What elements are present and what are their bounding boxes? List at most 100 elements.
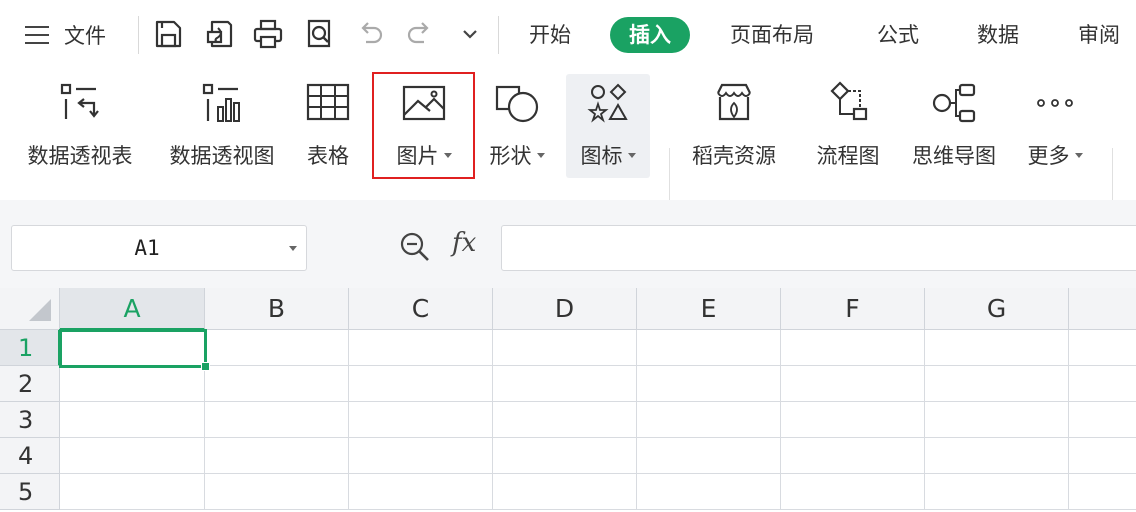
column-header-e[interactable]: E bbox=[637, 288, 781, 330]
spreadsheet-grid: A B C D E F G 1 2 3 4 5 bbox=[0, 288, 1136, 512]
grid-cell[interactable] bbox=[781, 402, 925, 438]
docer-resources-icon bbox=[717, 83, 751, 121]
row-header-4[interactable]: 4 bbox=[0, 438, 60, 474]
grid-cell[interactable] bbox=[637, 402, 781, 438]
grid-cell[interactable] bbox=[205, 474, 349, 510]
grid-cell[interactable] bbox=[493, 330, 637, 366]
export-pdf-button[interactable] bbox=[203, 16, 237, 52]
grid-cell[interactable] bbox=[781, 438, 925, 474]
menu-separator bbox=[138, 16, 139, 54]
grid-cell[interactable] bbox=[1069, 366, 1136, 402]
column-header-next[interactable] bbox=[1069, 288, 1136, 330]
column-header-b[interactable]: B bbox=[205, 288, 349, 330]
pivot-table-button[interactable]: 数据透视表 bbox=[18, 74, 142, 178]
column-header-d[interactable]: D bbox=[493, 288, 637, 330]
tab-insert[interactable]: 插入 bbox=[610, 17, 690, 53]
picture-highlight-box bbox=[372, 72, 475, 179]
grid-cell[interactable] bbox=[637, 330, 781, 366]
grid-cell[interactable] bbox=[925, 330, 1069, 366]
row-header-2[interactable]: 2 bbox=[0, 366, 60, 402]
tab-formulas[interactable]: 公式 bbox=[877, 17, 919, 53]
row-header-5[interactable]: 5 bbox=[0, 474, 60, 510]
pivot-chart-button[interactable]: 数据透视图 bbox=[160, 74, 284, 178]
grid-cell[interactable] bbox=[349, 474, 493, 510]
grid-cell[interactable] bbox=[637, 474, 781, 510]
docer-resources-button[interactable]: 稻壳资源 bbox=[684, 74, 784, 178]
grid-cell[interactable] bbox=[781, 366, 925, 402]
customize-quick-access-button[interactable] bbox=[453, 16, 487, 52]
column-header-a[interactable]: A bbox=[60, 288, 205, 330]
grid-cell[interactable] bbox=[1069, 474, 1136, 510]
grid-cell[interactable] bbox=[493, 474, 637, 510]
file-menu[interactable]: 文件 bbox=[24, 18, 106, 52]
mind-map-button[interactable]: 思维导图 bbox=[904, 74, 1004, 178]
icons-library-button[interactable]: 图标 bbox=[566, 74, 650, 178]
table-button[interactable]: 表格 bbox=[296, 74, 360, 178]
tab-data[interactable]: 数据 bbox=[977, 17, 1019, 53]
table-icon bbox=[306, 83, 350, 121]
grid-cell[interactable] bbox=[60, 366, 205, 402]
grid-cell[interactable] bbox=[925, 402, 1069, 438]
tab-review[interactable]: 审阅 bbox=[1078, 17, 1120, 53]
grid-cell[interactable] bbox=[925, 366, 1069, 402]
zoom-icon[interactable] bbox=[398, 230, 432, 264]
select-all-triangle-icon bbox=[29, 299, 51, 321]
grid-cell[interactable] bbox=[925, 438, 1069, 474]
more-dropdown-icon bbox=[1074, 152, 1083, 158]
active-cell-selection[interactable] bbox=[59, 329, 210, 371]
flowchart-button[interactable]: 流程图 bbox=[806, 74, 890, 178]
grid-cell[interactable] bbox=[349, 402, 493, 438]
row-header-1[interactable]: 1 bbox=[0, 330, 60, 366]
save-icon bbox=[155, 20, 182, 48]
table-label: 表格 bbox=[307, 144, 349, 168]
grid-cell[interactable] bbox=[1069, 402, 1136, 438]
grid-cell[interactable] bbox=[60, 474, 205, 510]
grid-cell[interactable] bbox=[205, 402, 349, 438]
grid-cell[interactable] bbox=[637, 438, 781, 474]
tab-page-layout[interactable]: 页面布局 bbox=[730, 17, 814, 53]
grid-cell[interactable] bbox=[493, 366, 637, 402]
mind-map-label: 思维导图 bbox=[912, 144, 996, 168]
pivot-chart-icon bbox=[202, 83, 240, 122]
grid-cell[interactable] bbox=[781, 330, 925, 366]
column-header-g[interactable]: G bbox=[925, 288, 1069, 330]
more-icon bbox=[1037, 99, 1073, 107]
save-button[interactable] bbox=[151, 16, 185, 52]
insert-function-button[interactable]: fx bbox=[452, 228, 476, 258]
pivot-chart-label: 数据透视图 bbox=[169, 144, 275, 168]
export-pdf-icon bbox=[206, 20, 233, 48]
name-box[interactable]: A1 bbox=[11, 225, 307, 271]
flowchart-label: 流程图 bbox=[816, 144, 880, 168]
grid-cell[interactable] bbox=[1069, 438, 1136, 474]
tab-home[interactable]: 开始 bbox=[529, 17, 571, 53]
shapes-button[interactable]: 形状 bbox=[480, 74, 554, 178]
grid-cell[interactable] bbox=[60, 402, 205, 438]
grid-cell[interactable] bbox=[493, 402, 637, 438]
redo-button[interactable] bbox=[403, 16, 437, 52]
grid-cell[interactable] bbox=[637, 366, 781, 402]
grid-cell[interactable] bbox=[349, 366, 493, 402]
print-preview-button[interactable] bbox=[302, 16, 336, 52]
grid-cell[interactable] bbox=[349, 330, 493, 366]
fill-handle[interactable] bbox=[201, 362, 210, 371]
column-header-f[interactable]: F bbox=[781, 288, 925, 330]
grid-cell[interactable] bbox=[781, 474, 925, 510]
column-header-c[interactable]: C bbox=[349, 288, 493, 330]
formula-input[interactable] bbox=[501, 225, 1136, 271]
select-all-corner[interactable] bbox=[0, 288, 60, 330]
row-header-3[interactable]: 3 bbox=[0, 402, 60, 438]
grid-cell[interactable] bbox=[493, 438, 637, 474]
print-icon bbox=[253, 19, 283, 49]
grid-cell[interactable] bbox=[205, 330, 349, 366]
print-button[interactable] bbox=[251, 16, 285, 52]
undo-button[interactable] bbox=[353, 16, 387, 52]
icons-library-dropdown-icon bbox=[627, 152, 636, 158]
grid-cell[interactable] bbox=[349, 438, 493, 474]
name-box-dropdown-icon[interactable] bbox=[289, 246, 297, 251]
grid-cell[interactable] bbox=[205, 366, 349, 402]
more-button[interactable]: 更多 bbox=[1018, 74, 1092, 178]
grid-cell[interactable] bbox=[925, 474, 1069, 510]
grid-cell[interactable] bbox=[60, 438, 205, 474]
grid-cell[interactable] bbox=[205, 438, 349, 474]
grid-cell[interactable] bbox=[1069, 330, 1136, 366]
